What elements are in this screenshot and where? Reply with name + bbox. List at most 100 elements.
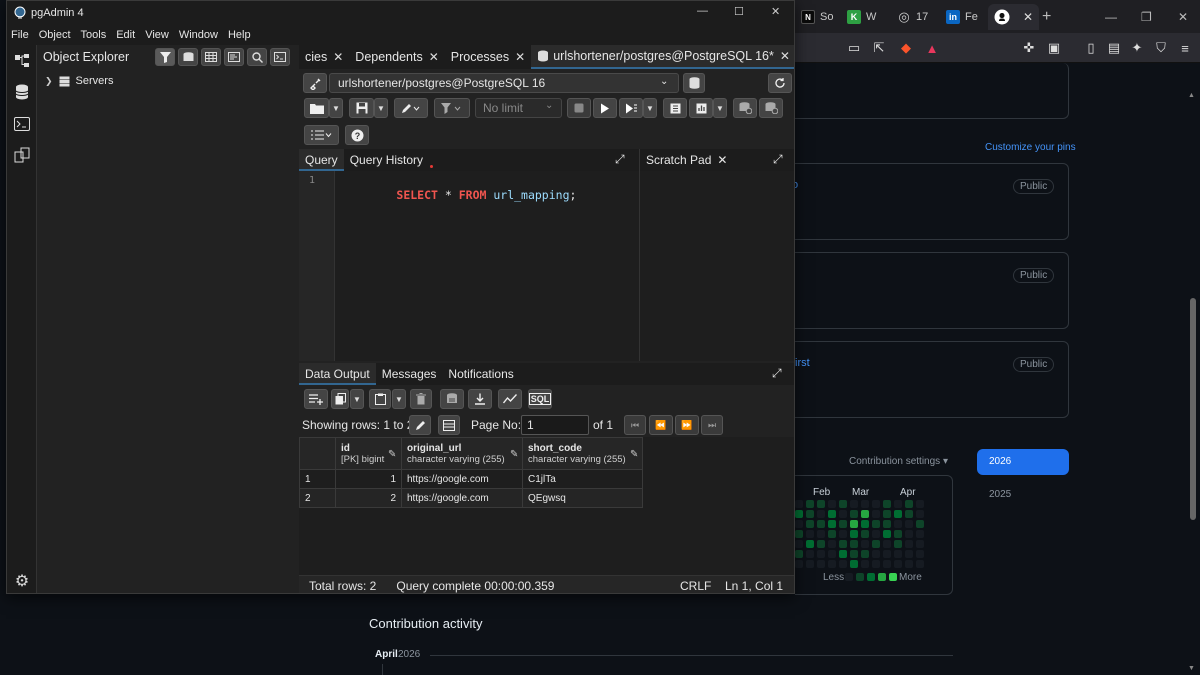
close-tab-icon[interactable]: ✕ [333,50,343,64]
customize-pins-link[interactable]: Customize your pins [985,142,1076,153]
save-icon[interactable] [349,98,374,118]
chevron-right-icon[interactable]: ❯ [45,76,53,87]
execute-dropdown-icon[interactable]: ▼ [643,98,657,118]
open-file-icon[interactable] [304,98,329,118]
contribution-day[interactable] [817,550,825,558]
contribution-day[interactable] [828,550,836,558]
browser-tab-github[interactable]: ✕ [988,4,1040,30]
close-tab-icon[interactable]: ✕ [780,49,790,63]
execute-play-icon[interactable] [593,98,617,118]
contribution-day[interactable] [905,520,913,528]
contribution-day[interactable] [850,510,858,518]
contribution-day[interactable] [861,510,869,518]
contribution-day[interactable] [795,500,803,508]
minimize-icon[interactable]: — [1105,6,1117,28]
contribution-day[interactable] [916,550,924,558]
contribution-day[interactable] [916,530,924,538]
explain-analyze-icon[interactable] [689,98,713,118]
contribution-day[interactable] [883,550,891,558]
contribution-day[interactable] [872,520,880,528]
filter-rows-icon[interactable] [434,98,470,118]
edit-rows-icon[interactable] [409,415,431,435]
scratch-pad-area[interactable] [639,171,794,361]
tab-query-tool[interactable]: urlshortener/postgres@PostgreSQL 16* ✕ [531,45,794,69]
contribution-day[interactable] [861,540,869,548]
contribution-day[interactable] [916,540,924,548]
row-number[interactable]: 2 [299,488,336,508]
contribution-day[interactable] [817,500,825,508]
refresh-icon[interactable] [768,73,792,93]
restore-icon[interactable]: ❐ [1141,6,1152,28]
contribution-day[interactable] [795,540,803,548]
scroll-down-icon[interactable]: ▼ [1188,665,1195,672]
contribution-day[interactable] [905,500,913,508]
tab-dependents[interactable]: Dependents ✕ [349,45,444,69]
contribution-day[interactable] [905,560,913,568]
leo-icon[interactable]: ▣ [1045,39,1063,57]
macros-icon[interactable] [304,125,339,145]
terminal-icon[interactable] [13,115,31,133]
wallet-icon[interactable]: ▤ [1105,39,1123,57]
maximize-icon[interactable]: ☐ [734,5,744,18]
vpn-icon[interactable]: ⛉ [1152,39,1170,57]
close-tab-icon[interactable]: ✕ [1023,10,1033,24]
contribution-day[interactable] [839,540,847,548]
page-number-input[interactable]: 1 [521,415,589,435]
contribution-day[interactable] [817,520,825,528]
contribution-day[interactable] [916,510,924,518]
contribution-day[interactable] [850,520,858,528]
delete-icon[interactable] [410,389,432,409]
tab-messages[interactable]: Messages [376,367,443,381]
contribution-day[interactable] [894,510,902,518]
contribution-day[interactable] [806,500,814,508]
page-size-icon[interactable] [438,415,460,435]
contribution-day[interactable] [850,530,858,538]
contribution-day[interactable] [894,520,902,528]
page-scrollbar-thumb[interactable] [1190,298,1196,520]
tab-notifications[interactable]: Notifications [442,367,519,381]
close-tab-icon[interactable]: ✕ [429,50,439,64]
menu-file[interactable]: File [7,29,34,41]
cell-original-url[interactable]: https://google.com [401,488,523,508]
contribution-day[interactable] [828,530,836,538]
commit-icon[interactable] [733,98,757,118]
table-row[interactable]: 2 2 https://google.com QEgwsq [299,488,643,508]
download-icon[interactable] [468,389,492,409]
close-tab-icon[interactable]: ✕ [515,50,525,64]
cell-id[interactable]: 1 [335,469,402,489]
search-icon[interactable] [247,48,267,66]
contribution-day[interactable] [839,560,847,568]
contribution-day[interactable] [795,510,803,518]
close-icon[interactable]: ✕ [1178,6,1188,28]
close-window-icon[interactable]: ✕ [771,5,780,18]
share-icon[interactable]: ⇱ [870,39,888,57]
explain-dropdown-icon[interactable]: ▼ [713,98,727,118]
explain-icon[interactable] [663,98,687,118]
contribution-day[interactable] [839,520,847,528]
sql-editor[interactable]: 1 SELECT * FROM url_mapping; [299,171,639,361]
save-dropdown-icon[interactable]: ▼ [374,98,388,118]
contribution-day[interactable] [850,550,858,558]
browser-tab-3[interactable]: ◎ 17 [897,6,928,28]
contribution-day[interactable] [883,530,891,538]
contribution-day[interactable] [795,550,803,558]
minimize-icon[interactable]: — [697,5,708,17]
menu-icon[interactable]: ≡ [1176,39,1194,57]
year-2025-button[interactable]: 2025 [989,489,1011,500]
menu-edit[interactable]: Edit [111,29,140,41]
contribution-day[interactable] [817,530,825,538]
browser-tab-1[interactable]: N So [801,6,833,28]
first-page-icon[interactable]: ⏮ [624,415,646,435]
menu-tools[interactable]: Tools [76,29,112,41]
menu-help[interactable]: Help [223,29,256,41]
connection-status-icon[interactable] [303,73,327,93]
contribution-day[interactable] [894,540,902,548]
contribution-day[interactable] [916,500,924,508]
prev-page-icon[interactable]: ⏪ [649,415,673,435]
tab-data-output[interactable]: Data Output [299,363,376,385]
contribution-day[interactable] [872,500,880,508]
contribution-day[interactable] [905,510,913,518]
contribution-day[interactable] [806,520,814,528]
cell-short-code[interactable]: C1jlTa [522,469,643,489]
contribution-day[interactable] [905,540,913,548]
